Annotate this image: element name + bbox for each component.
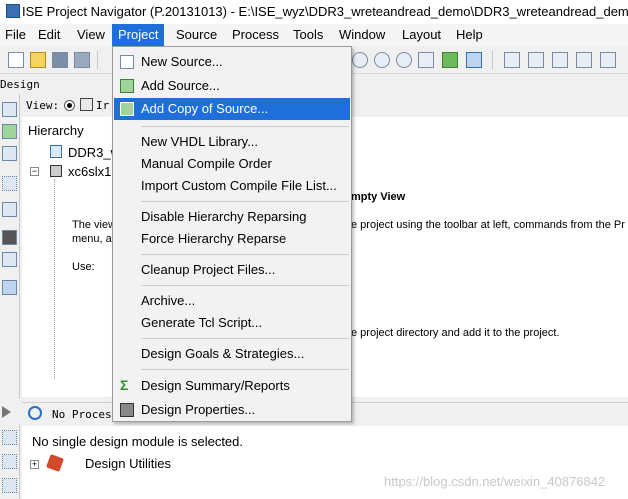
use-label: Use: <box>72 261 95 273</box>
zoom-fit-icon[interactable] <box>396 52 412 68</box>
save-icon[interactable] <box>52 52 68 68</box>
add-copy-source-icon <box>120 102 134 116</box>
panel-tool-icon[interactable] <box>2 280 17 295</box>
tree-tool-icon[interactable] <box>2 478 17 493</box>
refresh-process-icon[interactable] <box>28 406 42 420</box>
search-icon[interactable] <box>418 52 434 68</box>
play-icon[interactable] <box>2 406 11 418</box>
implementation-icon <box>80 98 93 111</box>
empty-view-text: e project directory and add it to the pr… <box>351 327 560 339</box>
menu-item-generate-tcl-script[interactable]: Generate Tcl Script... <box>114 312 350 334</box>
title-bar: ISE Project Navigator (P.20131013) - E:\… <box>0 0 628 24</box>
toolbar-separator <box>492 51 493 69</box>
file-tool-icon[interactable] <box>2 202 17 217</box>
new-source-icon <box>120 55 134 69</box>
new-source-tool-icon[interactable] <box>2 102 17 117</box>
menu-item-manual-compile-order[interactable]: Manual Compile Order <box>114 153 350 175</box>
menu-separator <box>141 285 349 286</box>
zoom-out-icon[interactable] <box>374 52 390 68</box>
window-title: ISE Project Navigator (P.20131013) - E:\… <box>22 4 628 19</box>
menu-tools[interactable]: Tools <box>293 27 323 42</box>
add-source-tool-icon[interactable] <box>2 124 17 139</box>
processes-panel: No single design module is selected. + D… <box>22 426 628 499</box>
empty-view-title: mpty View <box>351 191 406 203</box>
open-folder-icon[interactable] <box>30 52 46 68</box>
menu-process[interactable]: Process <box>232 27 279 42</box>
expand-toggle-icon[interactable]: + <box>30 460 39 469</box>
menu-item-force-hierarchy-reparse[interactable]: Force Hierarchy Reparse <box>114 228 350 250</box>
menu-item-design-goals-strategies[interactable]: Design Goals & Strategies... <box>114 343 350 365</box>
view-label: View: <box>26 99 60 112</box>
tile-horizontal-icon[interactable] <box>528 52 544 68</box>
menu-separator <box>141 369 349 370</box>
device-chip-icon <box>50 165 62 177</box>
save-all-icon[interactable] <box>74 52 90 68</box>
empty-view-text: menu, a <box>72 233 112 245</box>
toolbar-separator <box>97 51 98 69</box>
hierarchy-tool-icon[interactable] <box>2 176 17 191</box>
project-menu-dropdown: New Source... Add Source... Add Copy of … <box>112 46 352 422</box>
add-copy-tool-icon[interactable] <box>2 146 17 161</box>
menu-item-disable-hierarchy-reparsing[interactable]: Disable Hierarchy Reparsing <box>114 206 350 228</box>
app-icon <box>6 4 20 18</box>
menu-window[interactable]: Window <box>339 27 385 42</box>
properties-tool-icon[interactable] <box>2 252 17 267</box>
left-toolbar-bottom <box>0 424 20 499</box>
menu-item-import-compile-list[interactable]: Import Custom Compile File List... <box>114 175 350 197</box>
cascade-icon[interactable] <box>504 52 520 68</box>
help-pointer-icon[interactable] <box>466 52 482 68</box>
process-label: No Process <box>52 408 119 421</box>
zoom-icon[interactable] <box>352 52 368 68</box>
window-icon[interactable] <box>576 52 592 68</box>
design-label: Design <box>0 78 40 91</box>
view-radio[interactable] <box>64 100 75 111</box>
menu-file[interactable]: File <box>5 27 26 42</box>
refresh-icon[interactable] <box>442 52 458 68</box>
menu-edit[interactable]: Edit <box>38 27 60 42</box>
design-utilities-icon <box>46 454 64 472</box>
tree-item-design-utilities[interactable]: Design Utilities <box>85 456 171 471</box>
add-source-icon <box>120 79 134 93</box>
tree-item-device[interactable]: xc6slx16 <box>68 164 119 179</box>
project-icon <box>50 145 62 158</box>
menu-item-add-copy-of-source[interactable]: Add Copy of Source... <box>114 98 350 120</box>
tile-icon[interactable] <box>600 52 616 68</box>
menu-bar: File Edit View Project Source Process To… <box>0 24 628 46</box>
collapse-toggle-icon[interactable]: − <box>30 167 39 176</box>
left-toolbar <box>0 94 20 399</box>
sigma-icon: Σ <box>120 377 129 393</box>
tree-guide-line <box>54 179 56 379</box>
menu-project[interactable]: Project <box>112 24 165 46</box>
menu-item-new-vhdl-library[interactable]: New VHDL Library... <box>114 131 350 153</box>
menu-item-design-properties[interactable]: Design Properties... <box>114 399 350 421</box>
menu-layout[interactable]: Layout <box>402 27 441 42</box>
menu-help[interactable]: Help <box>456 27 483 42</box>
empty-view-text: e project using the toolbar at left, com… <box>351 219 625 231</box>
menu-separator <box>141 126 349 127</box>
hierarchy-title: Hierarchy <box>28 123 84 138</box>
chip-tool-icon[interactable] <box>2 230 17 245</box>
menu-item-add-source[interactable]: Add Source... <box>114 75 350 97</box>
menu-view[interactable]: View <box>77 27 105 42</box>
hierarchy-panel: Hierarchy DDR3_w − xc6slx16 <box>22 117 120 397</box>
new-file-icon[interactable] <box>8 52 24 68</box>
tree-tool-icon[interactable] <box>2 454 17 469</box>
menu-separator <box>141 254 349 255</box>
watermark: https://blog.csdn.net/weixin_40876842 <box>384 474 606 489</box>
view-selector: View: Ir <box>22 95 122 115</box>
tile-vertical-icon[interactable] <box>552 52 568 68</box>
menu-item-archive[interactable]: Archive... <box>114 290 350 312</box>
view-option-label[interactable]: Ir <box>96 99 109 112</box>
properties-icon <box>120 403 134 417</box>
menu-item-cleanup-project-files[interactable]: Cleanup Project Files... <box>114 259 350 281</box>
menu-item-design-summary-reports[interactable]: Σ Design Summary/Reports <box>114 375 350 397</box>
tree-tool-icon[interactable] <box>2 430 17 445</box>
empty-view-text: The view <box>72 219 117 231</box>
menu-separator <box>141 338 349 339</box>
status-message: No single design module is selected. <box>32 434 244 449</box>
menu-separator <box>141 201 349 202</box>
menu-source[interactable]: Source <box>176 27 217 42</box>
menu-item-new-source[interactable]: New Source... <box>114 51 350 73</box>
